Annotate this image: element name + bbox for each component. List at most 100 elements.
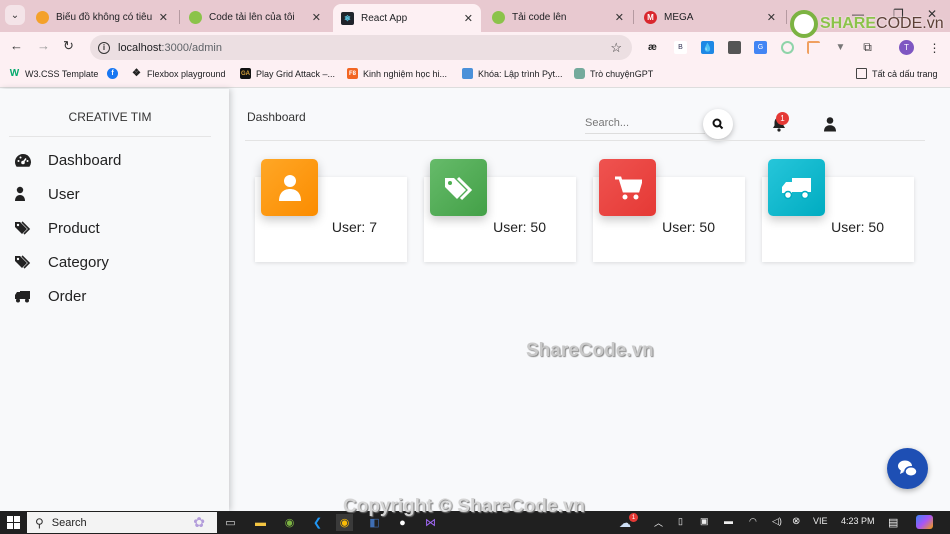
task-view-icon[interactable]: ▭ xyxy=(222,514,239,531)
extension-f-icon[interactable] xyxy=(807,41,820,54)
course-icon xyxy=(462,68,473,79)
facebook-icon: f xyxy=(107,68,118,79)
profile-avatar[interactable]: T xyxy=(899,40,914,55)
taskbar-search[interactable]: ⚲ Search ✿ xyxy=(27,512,217,533)
windows-start-icon[interactable] xyxy=(7,516,20,529)
stat-card-cart-icon-box xyxy=(599,159,656,216)
user-account-icon[interactable] xyxy=(823,116,837,132)
react-favicon-icon: ⚛ xyxy=(341,11,354,25)
extensions-puzzle-icon[interactable]: ⧉ xyxy=(861,40,874,54)
extension-radar-icon[interactable] xyxy=(781,41,794,54)
sidebar-item-dashboard[interactable]: Dashboard xyxy=(14,152,121,169)
bookmark-facebook[interactable]: f xyxy=(107,68,123,79)
comments-icon xyxy=(897,460,918,477)
back-arrow-icon[interactable]: ← xyxy=(10,38,23,53)
app-green-icon[interactable]: ◉ xyxy=(281,514,298,531)
bookmark-star-icon[interactable]: ☆ xyxy=(610,40,622,56)
user-icon xyxy=(15,186,25,201)
volume-icon[interactable]: ◁) xyxy=(772,516,782,527)
wifi-icon[interactable]: ◠ xyxy=(749,516,757,527)
meet-icon[interactable]: ▯ xyxy=(678,516,683,527)
extension-drop-icon[interactable]: 💧 xyxy=(701,41,714,54)
tab-favicon-icon xyxy=(189,10,202,24)
search-icon xyxy=(712,118,724,130)
chat-button[interactable] xyxy=(887,448,928,489)
bookmark-chatgpt[interactable]: Trò chuyệnGPT xyxy=(574,68,653,79)
extension-phone-icon[interactable] xyxy=(728,41,741,54)
bookmark-grid-attack[interactable]: GA Play Grid Attack –... xyxy=(240,68,335,79)
sidebar-item-category[interactable]: Category xyxy=(14,254,109,271)
w3-icon: W xyxy=(9,68,20,79)
stat-value: User: 50 xyxy=(493,219,546,235)
truck-icon xyxy=(781,177,811,199)
close-tab-icon[interactable]: ✕ xyxy=(464,12,473,25)
bookmark-kinh-nghiem[interactable]: F8 Kinh nghiệm học hi... xyxy=(347,68,447,79)
stat-card-truck-icon-box xyxy=(768,159,825,216)
flexbox-icon: ❖ xyxy=(132,68,141,79)
main-content: Dashboard 1 User: 7 User: 50 User: 50 Us… xyxy=(229,89,950,511)
tab-search-button[interactable]: ⌄ xyxy=(5,5,25,25)
screen-icon[interactable]: ▣ xyxy=(700,516,709,527)
tab-tai-code-len[interactable]: Tải code lên ✕ xyxy=(484,4,632,30)
tab-mega[interactable]: M MEGA ✕ xyxy=(636,4,784,30)
sidebar-item-user[interactable]: User xyxy=(14,186,80,203)
truck-icon xyxy=(15,291,30,303)
notification-badge: 1 xyxy=(776,112,789,125)
url-path: :3000/admin xyxy=(161,41,222,54)
battery-icon[interactable]: ▬ xyxy=(724,516,733,526)
copilot-icon[interactable] xyxy=(916,515,933,529)
sharecode-logo-icon xyxy=(790,10,818,38)
bookmark-w3css[interactable]: W W3.CSS Template xyxy=(9,68,99,79)
stat-value: User: 50 xyxy=(831,219,884,235)
close-tab-icon[interactable]: ✕ xyxy=(767,11,776,24)
sharecode-logo: SHARE CODE.vn xyxy=(790,10,944,38)
folder-icon xyxy=(856,68,867,79)
tab-react-app[interactable]: ⚛ React App ✕ xyxy=(333,4,481,32)
cart-icon xyxy=(614,176,642,199)
bookmarks-bar: W W3.CSS Template f ❖ Flexbox playground… xyxy=(0,62,950,88)
close-circle-icon[interactable]: ⊗ xyxy=(792,516,800,527)
search-highlight-icon: ✿ xyxy=(193,514,205,530)
tags-icon xyxy=(15,255,31,269)
breadcrumb: Dashboard xyxy=(247,110,306,124)
sidebar-item-product[interactable]: Product xyxy=(14,220,100,237)
all-bookmarks-button[interactable]: Tất cả dấu trang xyxy=(856,68,938,79)
url-host: localhost xyxy=(118,41,162,54)
search-input[interactable] xyxy=(585,117,705,134)
weather-badge: 1 xyxy=(629,513,638,522)
sidebar-item-order[interactable]: Order xyxy=(14,288,86,305)
extension-b-icon[interactable]: B xyxy=(674,41,687,54)
mega-favicon-icon: M xyxy=(644,10,657,24)
tags-icon xyxy=(15,221,31,235)
clock[interactable]: 4:23 PM xyxy=(841,516,875,526)
language-indicator[interactable]: VIE xyxy=(813,516,828,526)
more-menu-icon[interactable]: ⋮ xyxy=(928,41,941,55)
forward-arrow-icon[interactable]: → xyxy=(37,38,50,53)
address-bar[interactable]: i localhost:3000/admin ☆ xyxy=(90,35,632,60)
close-tab-icon[interactable]: ✕ xyxy=(312,11,321,24)
extension-v-icon[interactable]: ▼ xyxy=(834,41,847,54)
stat-value: User: 50 xyxy=(662,219,715,235)
bookmark-flexbox[interactable]: ❖ Flexbox playground xyxy=(131,68,226,79)
chevron-up-icon[interactable]: ︿ xyxy=(654,516,663,529)
tab-code-tai-len[interactable]: Code tải lên của tôi ✕ xyxy=(181,4,329,30)
close-tab-icon[interactable]: ✕ xyxy=(159,11,168,24)
site-info-icon[interactable]: i xyxy=(98,41,110,54)
vscode-icon[interactable]: ❮ xyxy=(309,514,326,531)
stat-value: User: 7 xyxy=(331,219,377,235)
brand-title: CREATIVE TIM xyxy=(68,110,152,124)
file-explorer-icon[interactable]: ▬ xyxy=(252,514,269,531)
close-tab-icon[interactable]: ✕ xyxy=(615,11,624,24)
watermark-center: ShareCode.vn xyxy=(526,340,654,361)
search-button[interactable] xyxy=(703,109,733,139)
reload-icon[interactable]: ↻ xyxy=(63,38,74,54)
chevron-down-icon: ⌄ xyxy=(10,9,20,21)
f8-icon: F8 xyxy=(347,68,358,79)
extension-ae-icon[interactable]: æ xyxy=(646,41,659,54)
bookmark-khoa-python[interactable]: Khóa: Lập trình Pyt... xyxy=(462,68,563,79)
notifications-icon[interactable]: ▤ xyxy=(888,516,898,529)
gauge-icon xyxy=(15,154,31,167)
translate-icon[interactable]: G xyxy=(754,41,767,54)
search-icon: ⚲ xyxy=(35,515,44,530)
tab-bieu-do[interactable]: Biểu đồ không có tiêu đề ✕ xyxy=(28,4,176,30)
